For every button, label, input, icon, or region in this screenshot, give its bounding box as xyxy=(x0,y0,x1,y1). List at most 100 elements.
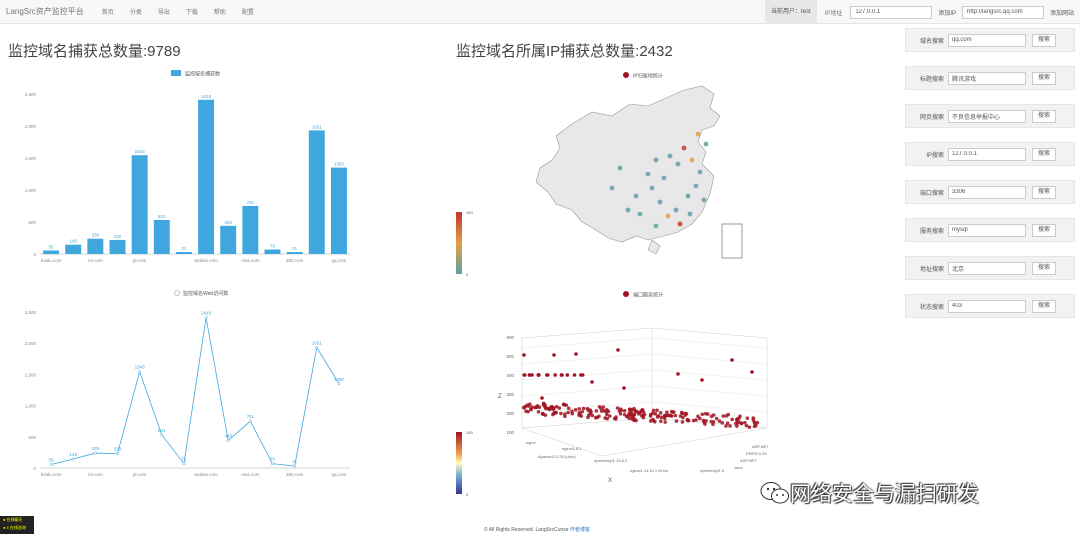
bar[interactable] xyxy=(65,244,82,254)
scatter-point[interactable] xyxy=(535,404,540,408)
map-point[interactable] xyxy=(637,211,643,217)
scatter-point[interactable] xyxy=(560,373,564,377)
scatter-point[interactable] xyxy=(685,418,690,423)
map-point[interactable] xyxy=(677,221,683,227)
nav-link-help[interactable]: 帮助 xyxy=(206,7,234,16)
scatter-point[interactable] xyxy=(709,419,714,424)
scatter-point[interactable] xyxy=(525,403,530,407)
line-point[interactable] xyxy=(182,462,186,466)
scatter-point[interactable] xyxy=(590,380,594,384)
scatter-point[interactable] xyxy=(594,409,599,413)
line-legend-marker[interactable] xyxy=(174,290,180,296)
current-user-badge[interactable]: 当前用户：test xyxy=(764,0,817,24)
scatter-point[interactable] xyxy=(659,415,664,420)
bar[interactable] xyxy=(286,252,303,254)
scatter-point[interactable] xyxy=(735,417,739,421)
map-point[interactable] xyxy=(687,211,693,217)
bar[interactable] xyxy=(220,225,237,254)
scatter-point[interactable] xyxy=(536,409,541,414)
scatter-point[interactable] xyxy=(522,405,526,410)
map-point[interactable] xyxy=(675,161,681,167)
scatter-point[interactable] xyxy=(641,413,645,418)
map-point[interactable] xyxy=(685,193,691,199)
scatter-point[interactable] xyxy=(577,411,581,415)
scatter-point[interactable] xyxy=(676,372,680,376)
scatter-point[interactable] xyxy=(602,409,606,413)
scatter-point[interactable] xyxy=(669,414,674,418)
scatter-point[interactable] xyxy=(562,402,566,407)
scatter-point[interactable] xyxy=(721,414,726,418)
scatter-point[interactable] xyxy=(573,408,578,412)
line-point[interactable] xyxy=(204,316,208,320)
scatter-point[interactable] xyxy=(593,415,598,420)
scatter-point[interactable] xyxy=(565,373,570,377)
scatter-point[interactable] xyxy=(586,415,590,420)
scatter-point[interactable] xyxy=(700,378,704,382)
scatter-point[interactable] xyxy=(572,373,577,377)
scatter-point[interactable] xyxy=(616,348,620,352)
scatter-point[interactable] xyxy=(632,417,637,421)
scatter-point[interactable] xyxy=(622,408,627,413)
search-input-domain[interactable] xyxy=(948,33,1026,47)
scatter-point[interactable] xyxy=(648,419,653,423)
footer-author-link[interactable]: 作者博客 xyxy=(570,527,590,533)
scatter-point[interactable] xyxy=(705,412,710,416)
scatter-point[interactable] xyxy=(730,358,734,362)
search-button-ip[interactable]: 搜索 xyxy=(1032,147,1057,161)
map-point[interactable] xyxy=(701,197,707,203)
scatter-point[interactable] xyxy=(655,415,660,419)
bar[interactable] xyxy=(264,249,281,254)
scatter-point[interactable] xyxy=(541,403,546,407)
scatter-point[interactable] xyxy=(680,420,685,424)
scatter-point[interactable] xyxy=(605,416,610,421)
domain-input[interactable] xyxy=(961,5,1044,19)
scatter-point[interactable] xyxy=(662,416,667,421)
scatter-point[interactable] xyxy=(750,370,754,374)
scatter-point[interactable] xyxy=(694,418,698,422)
map-point[interactable] xyxy=(673,207,679,213)
scatter-point[interactable] xyxy=(684,411,689,416)
online-chat-badge[interactable]: ● 在线聊天 ● 5 在线咨询 xyxy=(0,516,34,534)
nav-link-config[interactable]: 配置 xyxy=(234,7,262,16)
scatter-point[interactable] xyxy=(615,406,620,410)
search-button-title[interactable]: 搜索 xyxy=(1032,71,1057,85)
scatter-point[interactable] xyxy=(714,416,719,421)
scatter-point[interactable] xyxy=(579,373,583,377)
scatter-point[interactable] xyxy=(552,353,556,357)
line-point[interactable] xyxy=(49,463,53,467)
scatter-point[interactable] xyxy=(544,406,548,411)
map-point[interactable] xyxy=(633,193,639,199)
map-legend-dot[interactable] xyxy=(623,72,629,78)
search-input-ip[interactable] xyxy=(948,147,1026,161)
bar[interactable] xyxy=(330,167,347,254)
scatter-point[interactable] xyxy=(599,406,603,411)
scatter-legend-dot[interactable] xyxy=(623,291,629,297)
search-button-port[interactable]: 搜索 xyxy=(1032,185,1057,199)
scatter-point[interactable] xyxy=(529,406,533,411)
scatter-point[interactable] xyxy=(754,423,758,428)
line-point[interactable] xyxy=(71,457,75,461)
bar[interactable] xyxy=(242,205,259,254)
search-button-status[interactable]: 搜索 xyxy=(1032,299,1057,313)
scatter-point[interactable] xyxy=(597,414,601,419)
bar[interactable] xyxy=(43,250,60,254)
scatter-point[interactable] xyxy=(622,386,626,390)
search-input-service[interactable] xyxy=(948,223,1026,237)
map-point[interactable] xyxy=(703,141,709,147)
line-point[interactable] xyxy=(293,464,297,468)
bar[interactable] xyxy=(109,239,126,254)
scatter-point[interactable] xyxy=(703,422,707,426)
scatter-point[interactable] xyxy=(566,406,571,411)
map-point[interactable] xyxy=(645,171,651,177)
scatter-point[interactable] xyxy=(577,407,582,411)
bar[interactable] xyxy=(153,220,170,254)
scatter-point[interactable] xyxy=(614,415,618,419)
line-point[interactable] xyxy=(160,433,164,437)
map-point[interactable] xyxy=(661,175,667,181)
line-point[interactable] xyxy=(337,382,341,386)
nav-link-category[interactable]: 分类 xyxy=(122,7,150,16)
search-input-page[interactable] xyxy=(948,109,1026,123)
map-visual-map-bar[interactable] xyxy=(456,212,462,274)
scatter-point[interactable] xyxy=(559,411,563,416)
scatter-point[interactable] xyxy=(580,409,585,414)
